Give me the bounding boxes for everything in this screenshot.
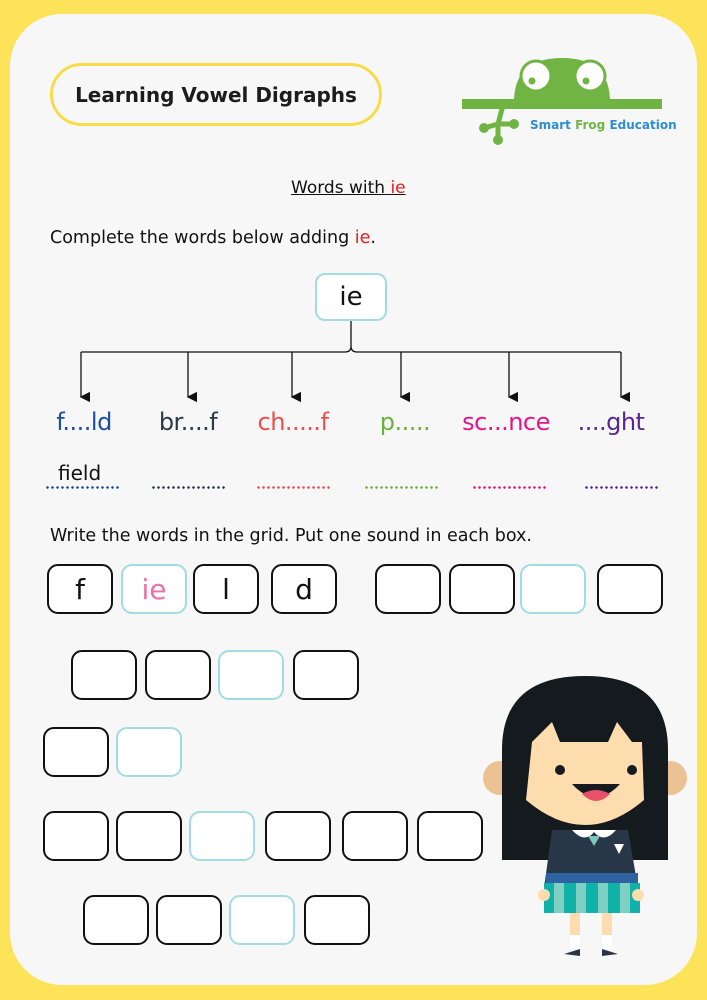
grid-box[interactable]: [375, 564, 441, 614]
grid-box-vowel[interactable]: ie: [121, 564, 187, 614]
grid-box[interactable]: l: [193, 564, 259, 614]
word-prompt: f....ld: [56, 408, 112, 436]
branch-diagram: [79, 321, 631, 403]
grid-box[interactable]: d: [271, 564, 337, 614]
instruction-grid: Write the words in the grid. Put one sou…: [50, 526, 532, 546]
word-prompt: ch.....f: [257, 408, 330, 436]
root-digraph-box: ie: [315, 273, 387, 321]
grid-box-vowel[interactable]: [116, 727, 182, 777]
grid-box[interactable]: [83, 895, 149, 945]
word-prompt: sc...nce: [462, 408, 550, 436]
grid-box[interactable]: [43, 727, 109, 777]
grid-box[interactable]: [43, 811, 109, 861]
grid-box[interactable]: [265, 811, 331, 861]
grid-box[interactable]: [449, 564, 515, 614]
grid-box[interactable]: [156, 895, 222, 945]
word-prompt: p.....: [379, 408, 431, 436]
grid-box[interactable]: [71, 650, 137, 700]
grid-box[interactable]: [304, 895, 370, 945]
grid-box[interactable]: [342, 811, 408, 861]
answer-line[interactable]: [256, 486, 330, 489]
grid-box[interactable]: f: [47, 564, 113, 614]
schoolgirl-illustration: [483, 676, 687, 956]
answer-line[interactable]: [364, 486, 438, 489]
grid-box[interactable]: [116, 811, 182, 861]
branch-lines: [81, 321, 621, 353]
grid-box-vowel[interactable]: [189, 811, 255, 861]
answer-line[interactable]: [151, 486, 225, 489]
grid-box-vowel[interactable]: [218, 650, 284, 700]
answer-line[interactable]: [584, 486, 658, 489]
word-prompt: ....ght: [577, 408, 645, 436]
grid-box[interactable]: [417, 811, 483, 861]
grid-box-vowel[interactable]: [229, 895, 295, 945]
grid-box[interactable]: [293, 650, 359, 700]
answer-line[interactable]: [45, 486, 119, 489]
grid-box-vowel[interactable]: [520, 564, 586, 614]
word-prompt: br....f: [158, 408, 218, 436]
grid-box[interactable]: [145, 650, 211, 700]
answer-line[interactable]: [472, 486, 546, 489]
example-answer: field: [58, 461, 102, 485]
grid-box[interactable]: [597, 564, 663, 614]
